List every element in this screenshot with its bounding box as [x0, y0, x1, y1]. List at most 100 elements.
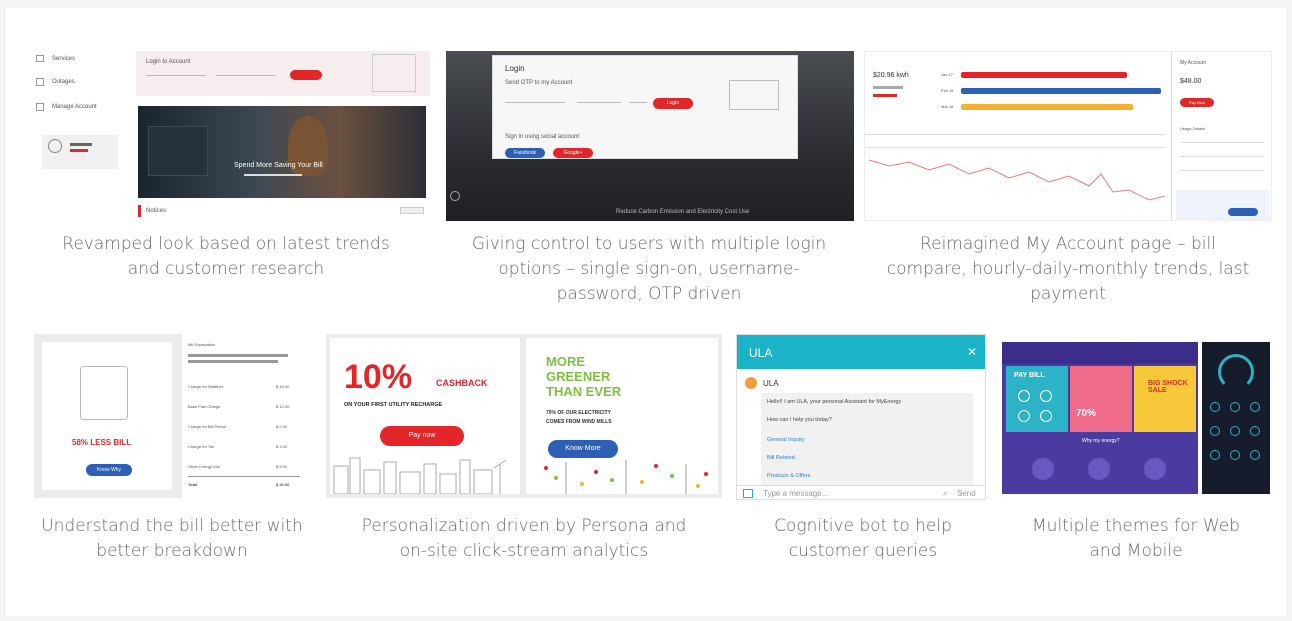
bill-row-label-3: Charge for Bill Period	[188, 424, 227, 429]
bill-row-value-3: $ 2.00	[276, 424, 288, 429]
bill-row-value-2: $ 12.00	[276, 404, 290, 409]
login-modal: Login Send OTP to my Account Login Sign …	[492, 55, 798, 159]
login-user-icon	[450, 191, 460, 201]
bill-illustration-icon	[80, 366, 128, 420]
sidebar-item-services[interactable]: Services	[52, 56, 75, 62]
attach-icon[interactable]	[743, 489, 753, 498]
user-avatar-icon	[48, 139, 62, 153]
account-side-panel: My Account $48.00 Pay Now Usage Details	[1171, 52, 1271, 220]
green-line-3: THAN EVER	[546, 384, 622, 399]
bar-label-3: Mar 18	[941, 104, 954, 109]
bill-row-label-2: Base Plan Charge	[188, 404, 221, 409]
chatbot-header: ULA ✕	[737, 335, 985, 369]
themes-screenshot: PAY BILL 70% BIG SHOCK SALE Why my energ…	[1002, 342, 1270, 494]
theme-tile-2[interactable]: 70%	[1070, 366, 1132, 432]
theme-tile-2-label: 70%	[1076, 408, 1097, 419]
home-icon	[36, 55, 44, 62]
bot-option-3[interactable]: Products & Offers	[767, 473, 810, 479]
chatbot-screenshot: ULA ✕ ULA Hello!! I am ULA, your persona…	[736, 334, 986, 500]
compare-bar-blue	[961, 88, 1161, 94]
chat-input-bar: Type a message... ⌕ Send	[737, 485, 985, 499]
cashback-label: CASHBACK	[436, 378, 488, 388]
bill-know-why-button[interactable]: Know Why	[86, 464, 132, 476]
know-more-button[interactable]: Know More	[548, 440, 618, 458]
caption-1: Revamped look based on latest trends and…	[62, 234, 390, 279]
bar-label-2: Feb 18	[941, 88, 954, 93]
windmill-illustration	[544, 460, 708, 494]
pay-now-button[interactable]: Pay now	[380, 426, 464, 446]
laptop-illustration-icon	[729, 80, 779, 110]
user-panel[interactable]	[42, 135, 118, 169]
gauge-icon	[1218, 354, 1254, 390]
cashback-percent: 10%	[344, 358, 413, 396]
bill-left-panel: 58% LESS BILL Know Why	[42, 342, 172, 490]
theme-tile-3-label: BIG SHOCK SALE	[1148, 380, 1188, 394]
theme-tile-1[interactable]: PAY BILL	[1006, 366, 1068, 432]
hero-text: Spend More Saving Your Bill	[234, 162, 323, 169]
send-icon[interactable]: ⌕	[943, 489, 947, 499]
bill-row-label-6: Total	[188, 482, 198, 487]
home-sidebar: Services Outages Manage Account	[28, 51, 128, 221]
login-screenshot: Login Send OTP to my Account Login Sign …	[446, 51, 854, 221]
trend-chart	[869, 159, 1165, 201]
caption-4: Understand the bill better with better b…	[41, 516, 303, 561]
caption-2: Giving control to users with multiple lo…	[471, 234, 827, 304]
bill-row-label-5: Other Energy Use	[188, 464, 221, 469]
bill-row-label-1: Charge for Weather	[188, 384, 224, 389]
account-promo-button[interactable]	[1228, 208, 1258, 216]
bot-sender: ULA	[763, 379, 779, 388]
google-login-button[interactable]: Google+	[553, 148, 593, 158]
chatbot-close-icon[interactable]: ✕	[967, 345, 977, 359]
facebook-login-button[interactable]: Facebook	[505, 148, 545, 158]
bot-option-1[interactable]: General Inquiry	[767, 437, 805, 443]
chat-input[interactable]: Type a message...	[763, 489, 828, 498]
login-strip-label: Login to Account	[146, 59, 191, 65]
bill-title: 58% LESS BILL	[72, 438, 132, 447]
account-amount: $20.96 kwh	[873, 72, 909, 79]
bill-row-value-4: $ 3.00	[276, 444, 288, 449]
theme-banner: Why my energy?	[1082, 438, 1120, 444]
hero-banner: Spend More Saving Your Bill	[138, 106, 426, 198]
home-footer-bar: Notices	[138, 201, 426, 221]
green-sub-2: COMES FROM WIND MILLS	[546, 419, 612, 425]
cashback-banner: 10% CASHBACK ON YOUR FIRST UTILITY RECHA…	[330, 338, 520, 494]
login-modal-title: Login	[505, 64, 525, 73]
account-icon	[36, 103, 44, 111]
bot-avatar-icon	[745, 377, 757, 389]
account-screenshot: $20.96 kwh Jan 17 Feb 18 Mar 18 My Accou…	[864, 51, 1272, 221]
login-hint: Send OTP to my Account	[505, 80, 573, 86]
page: Services Outages Manage Account Login to…	[6, 8, 1286, 616]
account-pay-button[interactable]: Pay Now	[1180, 98, 1214, 107]
caption-7: Multiple themes for Web and Mobile	[1032, 516, 1240, 561]
modal-login-button[interactable]: Login	[653, 98, 693, 109]
bill-screenshot: 58% LESS BILL Know Why Bill Explanation …	[34, 334, 308, 498]
theme-tile-1-label: PAY BILL	[1014, 372, 1045, 379]
bot-message-2: How can I help you today?	[767, 417, 832, 423]
compare-bar-yellow	[961, 104, 1133, 110]
bar-label-1: Jan 17	[941, 72, 954, 77]
green-energy-banner: MORE GREENER THAN EVER 70% OF OUR ELECTR…	[526, 338, 718, 494]
bill-breakdown-table: Bill Explanation Charge for Weather $ 18…	[182, 334, 308, 498]
web-theme-preview: PAY BILL 70% BIG SHOCK SALE Why my energ…	[1002, 342, 1198, 494]
bill-row-value-5: $ 5.00	[276, 464, 288, 469]
bill-row-value-1: $ 18.00	[276, 384, 290, 389]
sidebar-item-outages[interactable]: Outages	[52, 79, 75, 85]
caption-5: Personalization driven by Persona and on…	[361, 516, 687, 561]
green-line-1: MORE	[546, 354, 585, 369]
home-screenshot: Services Outages Manage Account Login to…	[28, 51, 430, 221]
bill-row-value-6: $ 40.00	[276, 482, 290, 487]
bill-row-label-4: Charge for Tax	[188, 444, 215, 449]
chatbot-title: ULA	[749, 346, 773, 360]
home-login-button[interactable]	[290, 70, 322, 80]
theme-tile-3[interactable]: BIG SHOCK SALE	[1134, 366, 1196, 432]
bot-option-2[interactable]: Bill Related	[767, 455, 795, 461]
promo-screenshot: 10% CASHBACK ON YOUR FIRST UTILITY RECHA…	[326, 334, 722, 498]
sidebar-item-manage[interactable]: Manage Account	[52, 104, 97, 110]
cashback-sub: ON YOUR FIRST UTILITY RECHARGE	[344, 402, 443, 408]
login-footer-text: Reduce Carbon Emission and Electricity C…	[616, 209, 750, 215]
caption-6: Cognitive bot to help customer queries	[774, 516, 952, 561]
green-line-2: GREENER	[546, 369, 611, 384]
city-skyline-illustration	[333, 457, 507, 494]
send-button[interactable]: Send	[957, 489, 976, 498]
bot-message-1: Hello!! I am ULA, your personal Assistan…	[767, 399, 902, 405]
